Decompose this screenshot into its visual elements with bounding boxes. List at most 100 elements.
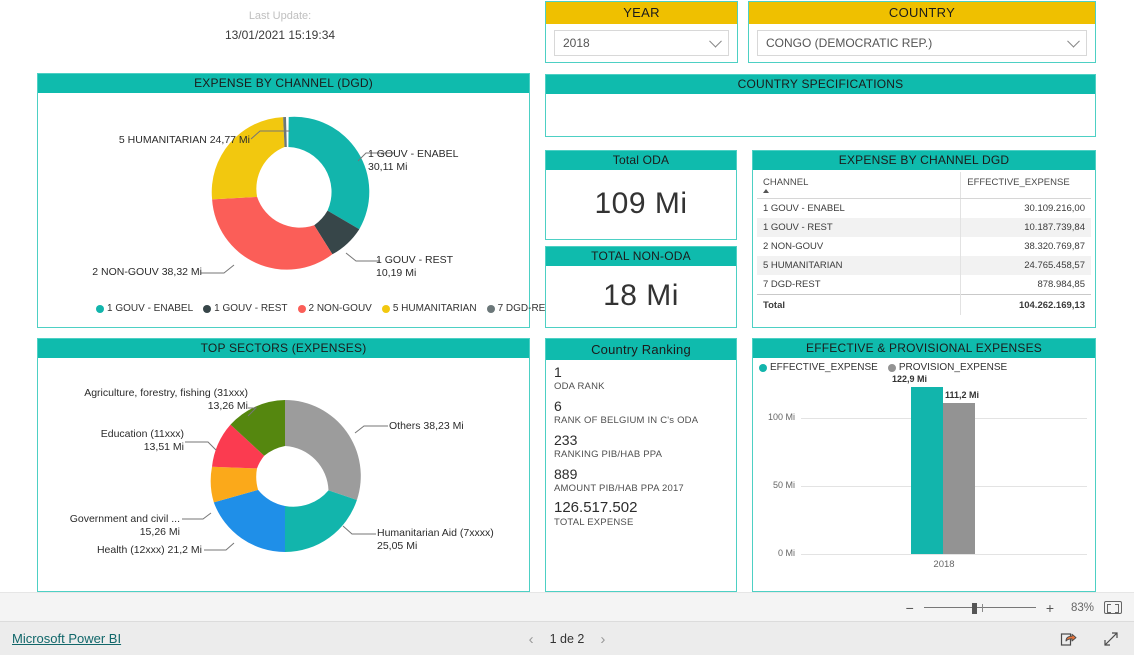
- column-header-channel[interactable]: CHANNEL: [757, 172, 961, 199]
- y-tick-0: 0 Mi: [777, 548, 795, 558]
- panel-expense-table-title: EXPENSE BY CHANNEL DGD: [753, 151, 1095, 170]
- footer-action-icons[interactable]: [1060, 622, 1120, 655]
- column-header-effective-expense[interactable]: EFFECTIVE_EXPENSE: [960, 172, 1091, 199]
- country-specifications-body: [546, 94, 1095, 136]
- expense-table[interactable]: CHANNEL EFFECTIVE_EXPENSE 1 GOUV - ENABE…: [757, 172, 1091, 315]
- expense-table-body[interactable]: CHANNEL EFFECTIVE_EXPENSE 1 GOUV - ENABE…: [753, 170, 1095, 327]
- zoom-out-button[interactable]: −: [906, 601, 914, 615]
- y-tick-100: 100 Mi: [767, 412, 795, 422]
- legend-label: 1 GOUV - REST: [214, 303, 288, 314]
- rank-value: 126.517.502: [554, 499, 638, 516]
- last-update-label: Last Update:: [248, 10, 312, 22]
- slicer-year-body: 2018: [546, 24, 737, 64]
- legend-item-1-gouv-enabel[interactable]: 1 GOUV - ENABEL: [96, 303, 193, 314]
- list-item: 233 RANKING PIB/HAB PPA: [554, 432, 736, 462]
- zoom-percentage: 83%: [1070, 601, 1094, 614]
- panel-total-oda[interactable]: Total ODA 109 Mi: [545, 150, 737, 240]
- top-sectors-chart[interactable]: Agriculture, forestry, fishing (31xxx) 1…: [38, 358, 529, 591]
- zoom-slider[interactable]: [923, 602, 1036, 614]
- table-row[interactable]: 1 GOUV - ENABEL 30.109.216,00: [757, 198, 1091, 218]
- rank-label: RANKING PIB/HAB PPA: [554, 449, 663, 460]
- legend-expense-by-channel[interactable]: 1 GOUV - ENABEL 1 GOUV - REST 2 NON-GOUV…: [96, 303, 565, 314]
- leader-line-non-gouv: [201, 264, 235, 274]
- legend-swatch-icon: [297, 304, 306, 313]
- chevron-right-icon[interactable]: ›: [600, 631, 605, 648]
- effective-provisional-chart[interactable]: EFFECTIVE_EXPENSE PROVISION_EXPENSE 0 Mi…: [753, 358, 1095, 591]
- leader-line-health: [204, 542, 235, 551]
- year-dropdown-value: 2018: [563, 36, 590, 50]
- panel-expense-table[interactable]: EXPENSE BY CHANNEL DGD CHANNEL EFFECTIVE…: [752, 150, 1096, 328]
- cell-effective-expense: 30.109.216,00: [960, 198, 1091, 218]
- leader-line-others: [354, 425, 388, 434]
- zoom-in-button[interactable]: +: [1046, 601, 1054, 615]
- panel-top-sectors[interactable]: TOP SECTORS (EXPENSES) Agriculture, fore…: [37, 338, 530, 592]
- country-dropdown[interactable]: CONGO (DEMOCRATIC REP.): [757, 30, 1087, 56]
- donut-expense-by-channel[interactable]: [38, 93, 529, 327]
- panel-expense-by-channel-title: EXPENSE BY CHANNEL (DGD): [38, 74, 529, 93]
- panel-effective-provisional[interactable]: EFFECTIVE & PROVISIONAL EXPENSES EFFECTI…: [752, 338, 1096, 592]
- zoom-slider-thumb[interactable]: [971, 602, 977, 614]
- share-icon[interactable]: [1060, 630, 1078, 648]
- country-ranking-list: 1 ODA RANK 6 RANK OF BELGIUM IN C's ODA …: [546, 360, 736, 530]
- expense-by-channel-chart[interactable]: 5 HUMANITARIAN 24,77 Mi 1 GOUV - ENABEL …: [38, 93, 558, 327]
- table-row[interactable]: 1 GOUV - REST 10.187.739,84: [757, 218, 1091, 237]
- zoom-controls[interactable]: − + 83%: [906, 593, 1122, 622]
- panel-total-non-oda-title: TOTAL NON-ODA: [546, 247, 736, 266]
- zoom-slider-tick: [981, 604, 983, 612]
- fullscreen-icon[interactable]: [1102, 630, 1120, 648]
- panel-total-non-oda[interactable]: TOTAL NON-ODA 18 Mi: [545, 246, 737, 328]
- panel-effective-provisional-title: EFFECTIVE & PROVISIONAL EXPENSES: [753, 339, 1095, 358]
- panel-total-oda-title: Total ODA: [546, 151, 736, 170]
- cell-channel: 5 HUMANITARIAN: [757, 256, 961, 275]
- gridline-0: [801, 554, 1087, 555]
- plot-area: [801, 358, 1087, 554]
- fit-to-page-icon[interactable]: [1104, 601, 1122, 614]
- table-row[interactable]: 2 NON-GOUV 38.320.769,87: [757, 237, 1091, 256]
- slicer-year[interactable]: YEAR 2018: [545, 1, 738, 63]
- sort-ascending-icon: [763, 189, 769, 193]
- panel-country-ranking-title: Country Ranking: [546, 339, 736, 360]
- rank-label: RANK OF BELGIUM IN C's ODA: [554, 415, 699, 426]
- y-tick-50: 50 Mi: [772, 480, 795, 490]
- legend-label: 2 NON-GOUV: [308, 303, 372, 314]
- panel-country-ranking[interactable]: Country Ranking 1 ODA RANK 6 RANK OF BEL…: [545, 338, 737, 592]
- bar-effective-expense-2018[interactable]: [911, 387, 943, 554]
- cell-channel: 1 GOUV - ENABEL: [763, 203, 845, 214]
- legend-item-5-humanitarian[interactable]: 5 HUMANITARIAN: [381, 303, 477, 314]
- table-row[interactable]: 7 DGD-REST 878.984,85: [757, 275, 1091, 295]
- legend-item-1-gouv-rest[interactable]: 1 GOUV - REST: [203, 303, 288, 314]
- country-dropdown-value: CONGO (DEMOCRATIC REP.): [766, 36, 933, 50]
- rank-label: ODA RANK: [554, 381, 605, 392]
- list-item: 889 AMOUNT PIB/HAB PPA 2017: [554, 466, 736, 496]
- slice-others[interactable]: [285, 400, 361, 500]
- legend-item-2-non-gouv[interactable]: 2 NON-GOUV: [297, 303, 372, 314]
- list-item: 126.517.502 TOTAL EXPENSE: [554, 500, 736, 530]
- donut-label-government-civil: Government and civil ... 15,26 Mi: [69, 513, 180, 538]
- slice-humanitarian-aid[interactable]: [285, 490, 357, 552]
- slice-5-humanitarian[interactable]: [211, 117, 285, 200]
- donut-label-1-gouv-enabel: 1 GOUV - ENABEL 30,11 Mi: [368, 148, 459, 173]
- donut-label-education: Education (11xxx) 13,51 Mi: [100, 428, 184, 453]
- table-row[interactable]: 5 HUMANITARIAN 24.765.458,57: [757, 256, 1091, 275]
- page-navigation[interactable]: ‹ 1 de 2 ›: [0, 622, 1134, 655]
- slice-2-non-gouv[interactable]: [212, 196, 333, 270]
- column-header-effective-expense-label: EFFECTIVE_EXPENSE: [967, 177, 1070, 188]
- cell-effective-expense: 24.765.458,57: [960, 256, 1091, 275]
- status-bar: − + 83%: [0, 592, 1134, 621]
- donut-label-agriculture: Agriculture, forestry, fishing (31xxx) 1…: [84, 387, 248, 412]
- total-oda-value: 109 Mi: [594, 187, 688, 220]
- panel-country-specifications[interactable]: COUNTRY SPECIFICATIONS: [545, 74, 1096, 137]
- bar-provision-expense-2018[interactable]: [943, 403, 975, 554]
- rank-value: 6: [554, 398, 562, 414]
- donut-label-health: Health (12xxx) 21,2 Mi: [96, 544, 202, 556]
- panel-expense-by-channel[interactable]: EXPENSE BY CHANNEL (DGD) 5 HUMANITARIAN …: [37, 73, 558, 328]
- leader-line-gouv-rest: [345, 252, 380, 262]
- legend-swatch-icon: [203, 304, 212, 313]
- chevron-left-icon[interactable]: ‹: [529, 631, 534, 648]
- rank-label: AMOUNT PIB/HAB PPA 2017: [554, 483, 684, 494]
- donut-label-1-gouv-rest: 1 GOUV - REST 10,19 Mi: [376, 254, 454, 279]
- slicer-country[interactable]: COUNTRY CONGO (DEMOCRATIC REP.): [748, 1, 1096, 63]
- rank-value: 1: [554, 364, 562, 380]
- year-dropdown[interactable]: 2018: [554, 30, 729, 56]
- cell-total-label: Total: [757, 294, 961, 315]
